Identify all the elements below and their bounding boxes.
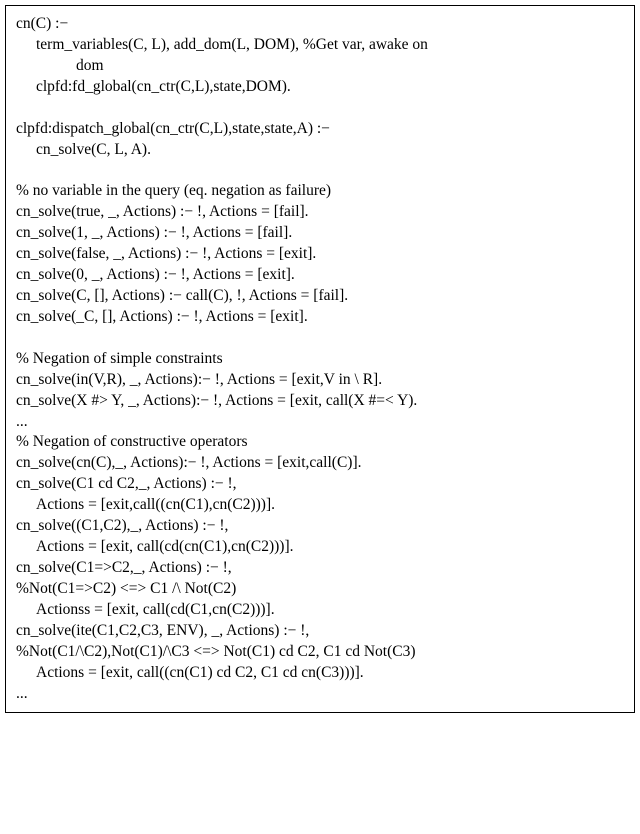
code-line: cn_solve(C, [], Actions) :− call(C), !, … <box>16 286 624 307</box>
code-line: cn_solve(X #> Y, _, Actions):− !, Action… <box>16 391 624 412</box>
code-line: Actions = [exit, call((cn(C1) cd C2, C1 … <box>16 663 624 684</box>
code-line: Actionss = [exit, call(cd(C1,cn(C2)))]. <box>16 600 624 621</box>
code-line <box>16 98 624 119</box>
code-line: cn_solve(C1 cd C2,_, Actions) :− !, <box>16 474 624 495</box>
code-line <box>16 328 624 349</box>
code-line: ... <box>16 684 624 705</box>
code-line <box>16 160 624 181</box>
code-line: dom <box>16 56 624 77</box>
code-line: Actions = [exit, call(cd(cn(C1),cn(C2)))… <box>16 537 624 558</box>
code-line: clpfd:dispatch_global(cn_ctr(C,L),state,… <box>16 119 624 140</box>
code-line: cn_solve(true, _, Actions) :− !, Actions… <box>16 202 624 223</box>
code-line: ... <box>16 412 624 433</box>
code-line: Actions = [exit,call((cn(C1),cn(C2)))]. <box>16 495 624 516</box>
code-line: cn_solve(false, _, Actions) :− !, Action… <box>16 244 624 265</box>
code-line: cn_solve(ite(C1,C2,C3, ENV), _, Actions)… <box>16 621 624 642</box>
code-line: cn_solve(in(V,R), _, Actions):− !, Actio… <box>16 370 624 391</box>
code-line: cn_solve((C1,C2),_, Actions) :− !, <box>16 516 624 537</box>
code-line: cn_solve(cn(C),_, Actions):− !, Actions … <box>16 453 624 474</box>
code-line: % no variable in the query (eq. negation… <box>16 181 624 202</box>
code-line: clpfd:fd_global(cn_ctr(C,L),state,DOM). <box>16 77 624 98</box>
code-line: term_variables(C, L), add_dom(L, DOM), %… <box>16 35 624 56</box>
code-line: %Not(C1/\C2),Not(C1)/\C3 <=> Not(C1) cd … <box>16 642 624 663</box>
code-line: %Not(C1=>C2) <=> C1 /\ Not(C2) <box>16 579 624 600</box>
code-line: cn_solve(C, L, A). <box>16 140 624 161</box>
code-line: cn_solve(C1=>C2,_, Actions) :− !, <box>16 558 624 579</box>
code-line: % Negation of constructive operators <box>16 432 624 453</box>
code-listing: cn(C) :−term_variables(C, L), add_dom(L,… <box>5 5 635 713</box>
code-line: cn(C) :− <box>16 14 624 35</box>
code-line: % Negation of simple constraints <box>16 349 624 370</box>
code-line: cn_solve(1, _, Actions) :− !, Actions = … <box>16 223 624 244</box>
code-line: cn_solve(_C, [], Actions) :− !, Actions … <box>16 307 624 328</box>
code-line: cn_solve(0, _, Actions) :− !, Actions = … <box>16 265 624 286</box>
